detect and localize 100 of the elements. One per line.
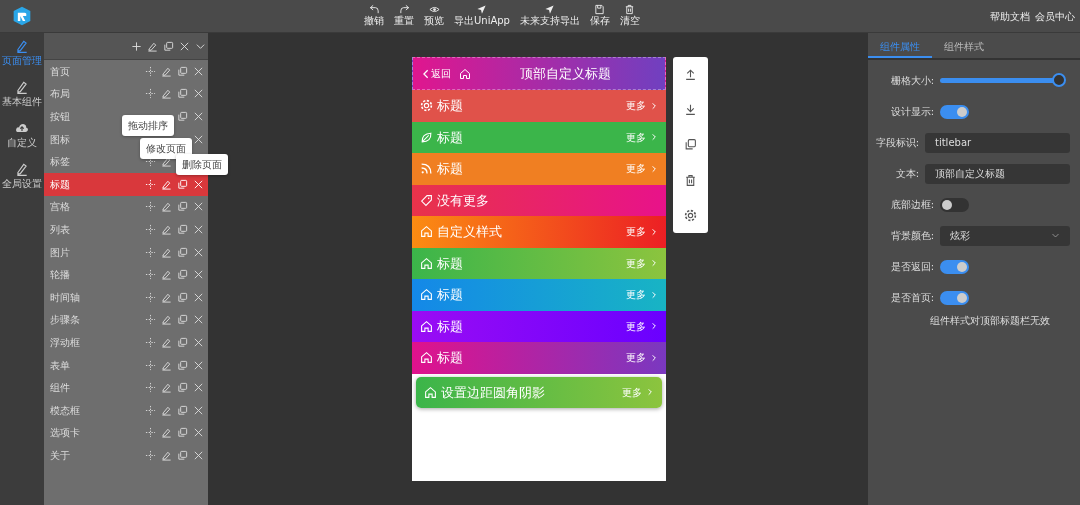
close-icon[interactable] bbox=[193, 382, 204, 394]
rail-tab[interactable]: 基本组件 bbox=[0, 74, 44, 115]
toggle-switch[interactable] bbox=[940, 104, 969, 119]
edit-icon[interactable] bbox=[161, 88, 172, 100]
more-link[interactable]: 更多 bbox=[626, 318, 658, 334]
move-icon[interactable] bbox=[145, 156, 156, 168]
copy-icon[interactable] bbox=[177, 314, 188, 326]
close-icon[interactable] bbox=[193, 269, 204, 281]
edit-icon[interactable] bbox=[146, 40, 158, 52]
page-list-item[interactable]: 时间轴 bbox=[50, 289, 145, 305]
move-icon[interactable] bbox=[145, 201, 156, 213]
page-list-item[interactable]: 表单 bbox=[50, 357, 145, 373]
back-button[interactable]: 返回 bbox=[421, 66, 451, 81]
edit-icon[interactable] bbox=[161, 178, 172, 190]
close-icon[interactable] bbox=[193, 133, 204, 145]
edit-icon[interactable] bbox=[161, 65, 172, 77]
copy-icon[interactable] bbox=[177, 246, 188, 258]
input-field[interactable]: 顶部自定义标题 bbox=[925, 163, 1070, 184]
move-icon[interactable] bbox=[145, 223, 156, 235]
more-link[interactable]: 更多 bbox=[626, 255, 658, 271]
page-list-item[interactable]: 图片 bbox=[50, 244, 145, 260]
close-icon[interactable] bbox=[193, 178, 204, 190]
edit-icon[interactable] bbox=[161, 449, 172, 461]
panel-tab[interactable]: 组件属性 bbox=[868, 33, 932, 58]
edit-icon[interactable] bbox=[161, 223, 172, 235]
rail-tab[interactable]: 全局设置 bbox=[0, 156, 44, 197]
more-link[interactable]: 更多 bbox=[626, 224, 658, 240]
copy-icon[interactable] bbox=[177, 269, 188, 281]
move-icon[interactable] bbox=[145, 449, 156, 461]
edit-icon[interactable] bbox=[161, 336, 172, 348]
close-icon[interactable] bbox=[193, 223, 204, 235]
close-icon[interactable] bbox=[193, 111, 204, 122]
page-list-item[interactable]: 布局 bbox=[50, 86, 145, 102]
more-link[interactable]: 更多 bbox=[626, 129, 658, 145]
header-link[interactable]: 帮助文档 bbox=[990, 8, 1030, 24]
copy-icon[interactable] bbox=[177, 404, 188, 416]
move-icon[interactable] bbox=[145, 269, 156, 281]
move-icon[interactable] bbox=[145, 246, 156, 258]
edit-icon[interactable] bbox=[161, 404, 172, 416]
copy-icon[interactable] bbox=[177, 111, 188, 122]
edit-icon[interactable] bbox=[161, 427, 172, 439]
close-icon[interactable] bbox=[178, 40, 190, 52]
close-icon[interactable] bbox=[193, 404, 204, 416]
toggle-switch[interactable] bbox=[940, 197, 969, 212]
close-icon[interactable] bbox=[193, 65, 204, 77]
edit-icon[interactable] bbox=[161, 382, 172, 394]
edit-icon[interactable] bbox=[161, 156, 172, 168]
move-icon[interactable] bbox=[145, 88, 156, 100]
more-link[interactable]: 更多 bbox=[626, 287, 658, 303]
copy-icon[interactable] bbox=[177, 178, 188, 190]
move-icon[interactable] bbox=[145, 336, 156, 348]
page-list-item[interactable]: 选项卡 bbox=[50, 425, 145, 441]
edit-icon[interactable] bbox=[161, 359, 172, 371]
toolbar-button[interactable]: 撤销 bbox=[360, 3, 388, 28]
copy-icon[interactable] bbox=[177, 427, 188, 439]
edit-icon[interactable] bbox=[161, 291, 172, 303]
toolbar-button[interactable]: 预览 bbox=[420, 3, 448, 28]
page-list-item[interactable]: 关于 bbox=[50, 447, 145, 463]
close-icon[interactable] bbox=[193, 449, 204, 461]
edit-icon[interactable] bbox=[161, 246, 172, 258]
toolbar-button[interactable]: 保存 bbox=[586, 3, 614, 28]
close-icon[interactable] bbox=[193, 314, 204, 326]
copy-icon[interactable] bbox=[177, 88, 188, 100]
move-icon[interactable] bbox=[145, 404, 156, 416]
edit-icon[interactable] bbox=[161, 314, 172, 326]
toggle-switch[interactable] bbox=[940, 290, 969, 305]
page-list-item[interactable]: 步骤条 bbox=[50, 312, 145, 328]
move-icon[interactable] bbox=[145, 65, 156, 77]
close-icon[interactable] bbox=[193, 336, 204, 348]
toolbar-button[interactable]: 导出UniApp bbox=[450, 3, 514, 28]
move-icon[interactable] bbox=[145, 359, 156, 371]
move-icon[interactable] bbox=[145, 314, 156, 326]
edit-icon[interactable] bbox=[161, 201, 172, 213]
close-icon[interactable] bbox=[193, 291, 204, 303]
page-list-item[interactable]: 首页 bbox=[50, 63, 145, 79]
copy-icon[interactable] bbox=[177, 201, 188, 213]
toolbar-button[interactable]: 重置 bbox=[390, 3, 418, 28]
header-link[interactable]: 会员中心 bbox=[1035, 8, 1075, 24]
input-field[interactable]: titlebar bbox=[925, 132, 1070, 153]
slider-thumb[interactable] bbox=[1052, 73, 1066, 87]
more-link[interactable]: 更多 bbox=[626, 350, 658, 366]
panel-tab[interactable]: 组件样式 bbox=[932, 33, 996, 58]
slider[interactable] bbox=[940, 73, 1066, 88]
copy-icon[interactable] bbox=[177, 449, 188, 461]
toolbar-button[interactable]: 清空 bbox=[616, 3, 644, 28]
move-icon[interactable] bbox=[145, 382, 156, 394]
page-list-item[interactable]: 轮播 bbox=[50, 267, 145, 283]
plus-icon[interactable] bbox=[130, 40, 142, 52]
copy-icon[interactable] bbox=[177, 359, 188, 371]
edit-icon[interactable] bbox=[161, 269, 172, 281]
page-list-item[interactable]: 组件 bbox=[50, 380, 145, 396]
close-icon[interactable] bbox=[193, 246, 204, 258]
close-icon[interactable] bbox=[193, 88, 204, 100]
page-list-item[interactable]: 标题 bbox=[50, 176, 145, 192]
toolbar-button[interactable]: 未来支持导出 bbox=[516, 3, 584, 28]
close-icon[interactable] bbox=[193, 359, 204, 371]
page-list-item[interactable]: 列表 bbox=[50, 221, 145, 237]
rail-tab[interactable]: 页面管理 bbox=[0, 33, 44, 74]
page-list-item[interactable]: 宫格 bbox=[50, 199, 145, 215]
select-field[interactable]: 炫彩 bbox=[940, 225, 1070, 246]
